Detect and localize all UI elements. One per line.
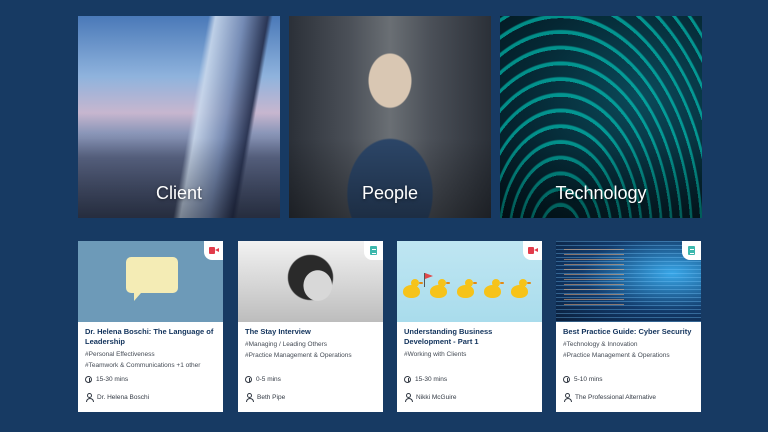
- card-duration: 5-10 mins: [563, 376, 603, 383]
- card-author: Dr. Helena Boschi: [85, 393, 150, 402]
- rubber-duck-image: [457, 279, 477, 298]
- person-icon: [245, 393, 254, 402]
- category-label-people: People: [361, 183, 419, 203]
- card-duration: 15-30 mins: [85, 376, 128, 383]
- card-author: Beth Pipe: [245, 393, 286, 402]
- card-title[interactable]: The Stay Interview: [245, 327, 376, 337]
- document-icon: [370, 246, 377, 255]
- document-icon: [688, 246, 695, 255]
- clock-icon: [245, 376, 252, 383]
- author-text: The Professional Alternative: [575, 393, 656, 401]
- card-tag: #Working with Clients: [404, 351, 467, 358]
- video-camera-icon: [208, 247, 219, 254]
- video-camera-icon: [527, 247, 538, 254]
- content-type-badge: [364, 241, 383, 260]
- card-tag: #Practice Management & Operations: [245, 352, 352, 359]
- tile-shade: [78, 138, 280, 218]
- category-tile-technology[interactable]: Technology: [500, 16, 702, 218]
- person-icon: [85, 393, 94, 402]
- duration-text: 0-5 mins: [256, 376, 281, 383]
- category-tile-client[interactable]: Client: [78, 16, 280, 218]
- card-thumbnail: [397, 241, 542, 322]
- content-type-badge: [204, 241, 223, 260]
- card-tag: #Technology & Innovation: [563, 341, 638, 348]
- duration-text: 15-30 mins: [415, 376, 448, 383]
- card-thumbnail: [238, 241, 383, 322]
- card-tag: #Personal Effectiveness: [85, 351, 155, 358]
- card-author: The Professional Alternative: [563, 393, 656, 402]
- content-type-badge: [523, 241, 542, 260]
- clock-icon: [404, 376, 411, 383]
- card-title[interactable]: Best Practice Guide: Cyber Security: [563, 327, 694, 337]
- card-tag: #Teamwork & Communications +1 other: [85, 362, 201, 369]
- clock-icon: [85, 376, 92, 383]
- card-tag: #Practice Management & Operations: [563, 352, 670, 359]
- rubber-duck-image: [484, 279, 504, 298]
- content-type-badge: [682, 241, 701, 260]
- tile-shade: [289, 138, 491, 218]
- category-tile-people[interactable]: People: [289, 16, 491, 218]
- card-thumbnail: [78, 241, 223, 322]
- duration-text: 15-30 mins: [96, 376, 129, 383]
- category-label-technology: Technology: [555, 183, 647, 203]
- card-duration: 15-30 mins: [404, 376, 447, 383]
- author-text: Beth Pipe: [257, 393, 286, 401]
- category-label-client: Client: [155, 183, 203, 203]
- card-title[interactable]: Dr. Helena Boschi: The Language of Leade…: [85, 327, 216, 347]
- clock-icon: [563, 376, 570, 383]
- rubber-duck-image: [430, 279, 450, 298]
- author-text: Dr. Helena Boschi: [97, 393, 150, 401]
- tile-shade: [500, 138, 702, 218]
- speech-bubble-image: [126, 257, 178, 301]
- card-duration: 0-5 mins: [245, 376, 281, 383]
- flag-icon: [425, 273, 433, 279]
- card-tag: #Managing / Leading Others: [245, 341, 328, 348]
- rubber-duck-image: [511, 279, 531, 298]
- content-card-stay-interview[interactable]: The Stay Interview #Managing / Leading O…: [238, 241, 383, 412]
- code-screen-image: [564, 249, 624, 309]
- card-thumbnail: [556, 241, 701, 322]
- content-card-cyber-security[interactable]: Best Practice Guide: Cyber Security #Tec…: [556, 241, 701, 412]
- person-icon: [563, 393, 572, 402]
- rubber-duck-image: [403, 279, 423, 298]
- content-card-language-of-leadership[interactable]: Dr. Helena Boschi: The Language of Leade…: [78, 241, 223, 412]
- person-icon: [404, 393, 413, 402]
- author-text: Nikki McGuire: [416, 393, 457, 401]
- duration-text: 5-10 mins: [574, 376, 603, 383]
- card-author: Nikki McGuire: [404, 393, 457, 402]
- card-title[interactable]: Understanding Business Development - Par…: [404, 327, 535, 347]
- content-card-business-development[interactable]: Understanding Business Development - Par…: [397, 241, 542, 412]
